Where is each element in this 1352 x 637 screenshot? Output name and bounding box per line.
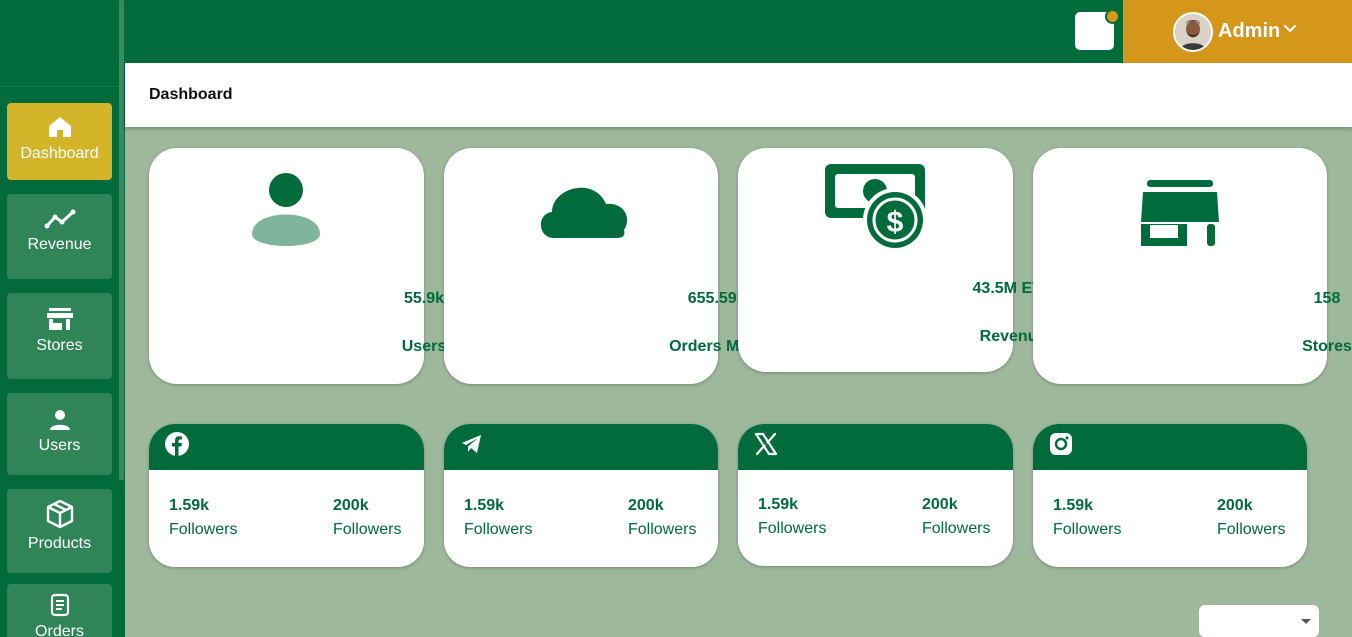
- metric-value: 200k: [333, 497, 369, 514]
- metric-caption: Followers: [464, 521, 533, 538]
- stat-card-users: 55.9k Users: [149, 148, 446, 384]
- page-header: Dashboard: [125, 63, 1352, 127]
- sidebar-item-products[interactable]: Products: [7, 489, 112, 573]
- metric-caption: Followers: [758, 520, 827, 537]
- stat-label: Stores: [1302, 338, 1352, 355]
- admin-menu-button[interactable]: Admin: [1123, 0, 1352, 63]
- stat-card-orders: 655.59K Orders Made: [444, 148, 767, 384]
- social-card-x: 1.59k Followers 200k Followers: [738, 424, 1013, 566]
- stat-value: 158: [1313, 290, 1341, 307]
- metric-caption: Followers: [169, 521, 238, 538]
- metric-left: 1.59k Followers: [169, 497, 237, 539]
- cloud-icon: [540, 187, 628, 238]
- period-select[interactable]: [1199, 605, 1319, 637]
- metric-left: 1.59k Followers: [464, 497, 532, 539]
- metric-caption: Followers: [1053, 521, 1122, 538]
- metric-value: 1.59k: [1053, 497, 1094, 514]
- metric-value: 1.59k: [169, 497, 210, 514]
- social-card-header: [149, 424, 424, 470]
- svg-text:$: $: [887, 206, 904, 239]
- x-icon[interactable]: [753, 431, 779, 457]
- avatar: [1173, 12, 1213, 52]
- stat-card-stores: 158 Stores: [1033, 148, 1352, 384]
- facebook-icon[interactable]: [164, 431, 190, 457]
- chevron-down-icon: [1284, 25, 1296, 32]
- user-icon: [252, 173, 320, 246]
- notification-button[interactable]: [1075, 9, 1120, 50]
- trend-line-icon: [44, 209, 75, 229]
- metric-value: 200k: [628, 497, 664, 514]
- metric-caption: Followers: [628, 521, 697, 538]
- metric-right: 200k Followers: [922, 496, 990, 538]
- metric-right: 200k Followers: [1217, 497, 1285, 539]
- social-card-telegram: 1.59k Followers 200k Followers: [444, 424, 718, 567]
- sidebar-scrollbar[interactable]: [119, 0, 124, 480]
- clipboard-icon: [50, 593, 69, 617]
- metric-value: 200k: [922, 496, 958, 513]
- store-icon: [46, 308, 73, 330]
- store-icon: [1141, 180, 1219, 246]
- sidebar-divider: [0, 86, 119, 87]
- metric-value: 1.59k: [464, 497, 505, 514]
- metric-value: 1.59k: [758, 496, 799, 513]
- social-card-header: [738, 424, 1013, 470]
- metric-caption: Followers: [922, 520, 991, 537]
- sidebar-item-label: Stores: [36, 337, 83, 354]
- notification-badge-icon: [1105, 9, 1120, 24]
- sidebar-item-users[interactable]: Users: [7, 393, 112, 475]
- social-card-facebook: 1.59k Followers 200k Followers: [149, 424, 424, 567]
- social-card-header: [1033, 424, 1307, 470]
- box-icon: [46, 499, 73, 529]
- sidebar-item-label: Users: [38, 437, 81, 454]
- metric-caption: Followers: [1217, 521, 1286, 538]
- admin-name: Admin: [1218, 20, 1281, 42]
- user-icon: [49, 410, 70, 430]
- sidebar: Dashboard Revenue Stores Users Products: [0, 0, 125, 637]
- page-title: Dashboard: [149, 86, 233, 103]
- money-icon: $: [825, 164, 927, 252]
- metric-value: 200k: [1217, 497, 1253, 514]
- sidebar-item-stores[interactable]: Stores: [7, 293, 112, 379]
- metric-right: 200k Followers: [628, 497, 696, 539]
- sidebar-item-revenue[interactable]: Revenue: [7, 194, 112, 279]
- sidebar-item-label: Products: [27, 535, 92, 552]
- stat-card-revenue: $ 43.5M ETB Revenue: [738, 148, 1053, 372]
- sidebar-item-label: Revenue: [27, 236, 92, 253]
- metric-caption: Followers: [333, 521, 402, 538]
- telegram-icon[interactable]: [459, 431, 485, 457]
- sidebar-item-orders[interactable]: Orders: [7, 584, 112, 637]
- sidebar-item-dashboard[interactable]: Dashboard: [7, 103, 112, 180]
- chevron-down-icon: [1301, 619, 1311, 624]
- instagram-icon[interactable]: [1048, 431, 1074, 457]
- avatar-person-icon: [1175, 14, 1211, 50]
- metric-left: 1.59k Followers: [1053, 497, 1121, 539]
- metric-right: 200k Followers: [333, 497, 401, 539]
- sidebar-item-label: Dashboard: [20, 145, 99, 162]
- social-card-instagram: 1.59k Followers 200k Followers: [1033, 424, 1307, 567]
- social-card-header: [444, 424, 718, 470]
- sidebar-item-label: Orders: [35, 623, 84, 637]
- home-icon: [48, 117, 71, 137]
- metric-left: 1.59k Followers: [758, 496, 826, 538]
